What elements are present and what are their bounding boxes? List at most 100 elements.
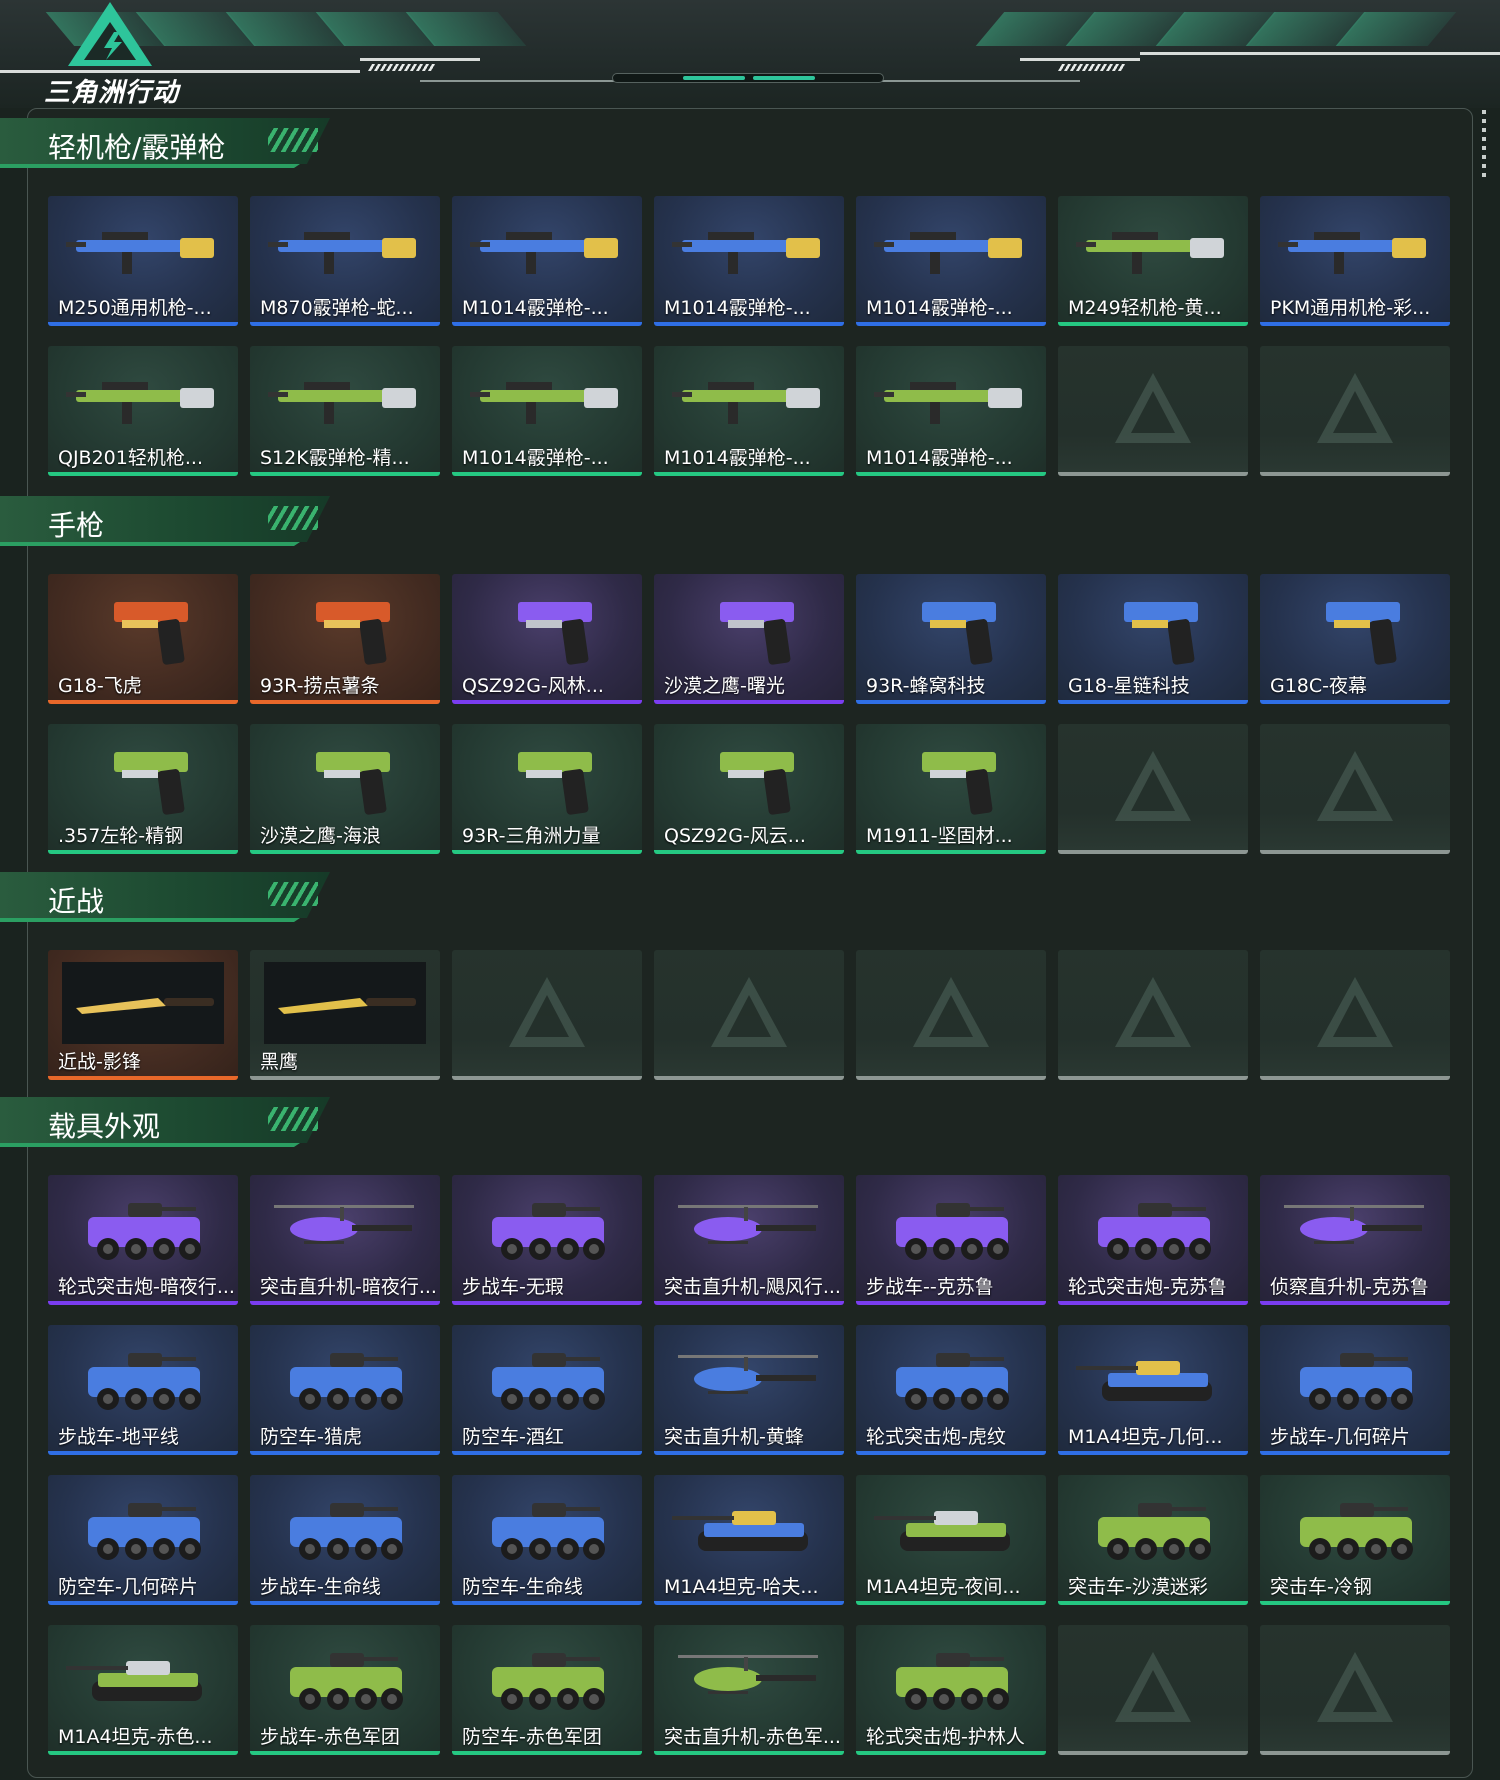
skin-card[interactable]: 步战车-无瑕 <box>452 1175 642 1305</box>
weapon-icon <box>470 382 618 424</box>
skin-card[interactable]: 防空车-几何碎片 <box>48 1475 238 1605</box>
skin-card[interactable]: G18-星链科技 <box>1058 574 1248 704</box>
vehicle-icon <box>1300 1503 1413 1560</box>
empty-slot <box>1260 950 1450 1080</box>
skin-card[interactable]: M1A4坦克-夜间... <box>856 1475 1046 1605</box>
skin-card[interactable]: M1A4坦克-几何... <box>1058 1325 1248 1455</box>
skin-card[interactable]: M1014霰弹枪-... <box>654 196 844 326</box>
placeholder-logo-icon <box>1317 1652 1393 1722</box>
skin-card[interactable]: 防空车-酒红 <box>452 1325 642 1455</box>
skin-name: 防空车-生命线 <box>462 1576 583 1598</box>
skin-card[interactable]: 轮式突击炮-护林人 <box>856 1625 1046 1755</box>
skin-card[interactable]: 防空车-猎虎 <box>250 1325 440 1455</box>
skin-card[interactable]: M1014霰弹枪-... <box>856 346 1046 476</box>
skin-card[interactable]: 防空车-赤色军团 <box>452 1625 642 1755</box>
skin-card[interactable]: 突击直升机-暗夜行... <box>250 1175 440 1305</box>
placeholder-logo-icon <box>1115 373 1191 443</box>
quality-bar <box>1058 1076 1248 1080</box>
skin-card[interactable]: S12K霰弹枪-精... <box>250 346 440 476</box>
skin-card[interactable]: 防空车-生命线 <box>452 1475 642 1605</box>
skin-card[interactable]: 沙漠之鹰-海浪 <box>250 724 440 854</box>
skin-name: 突击车-冷钢 <box>1270 1576 1372 1598</box>
skin-card[interactable]: 步战车-地平线 <box>48 1325 238 1455</box>
skin-card[interactable]: 近战-影锋 <box>48 950 238 1080</box>
skin-name: 侦察直升机-克苏鲁 <box>1270 1276 1429 1298</box>
vehicle-icon <box>896 1203 1009 1260</box>
weapon-icon <box>66 382 214 424</box>
quality-bar <box>654 1076 844 1080</box>
skin-card[interactable]: 轮式突击炮-暗夜行... <box>48 1175 238 1305</box>
quality-bar <box>1058 1301 1248 1305</box>
placeholder-logo-icon <box>1317 977 1393 1047</box>
skin-name: 步战车-几何碎片 <box>1270 1426 1410 1448</box>
skin-card[interactable]: M1014霰弹枪-... <box>856 196 1046 326</box>
section-header: 载具外观 <box>0 1097 330 1151</box>
app-logo-text: 三角洲行动 <box>44 78 180 108</box>
skin-card[interactable]: M1014霰弹枪-... <box>452 346 642 476</box>
skin-card[interactable]: M1911-坚固材... <box>856 724 1046 854</box>
vehicle-icon <box>1098 1203 1211 1260</box>
skin-card[interactable]: QSZ92G-风云... <box>654 724 844 854</box>
skin-card[interactable]: M1A4坦克-哈夫... <box>654 1475 844 1605</box>
pistol-icon <box>518 602 592 665</box>
skin-name: PKM通用机枪-彩... <box>1270 297 1431 319</box>
skin-card[interactable]: QSZ92G-风林... <box>452 574 642 704</box>
skin-card[interactable]: 93R-蜂窝科技 <box>856 574 1046 704</box>
skin-card[interactable]: 突击车-冷钢 <box>1260 1475 1450 1605</box>
skin-card[interactable]: 突击直升机-飓风行... <box>654 1175 844 1305</box>
quality-bar <box>250 700 440 704</box>
knife-icon <box>264 962 426 1044</box>
knife-icon <box>62 962 224 1044</box>
empty-slot <box>856 950 1046 1080</box>
skin-card[interactable]: 轮式突击炮-虎纹 <box>856 1325 1046 1455</box>
skin-card[interactable]: PKM通用机枪-彩... <box>1260 196 1450 326</box>
skin-name: 93R-三角洲力量 <box>462 825 601 847</box>
quality-bar <box>654 1301 844 1305</box>
quality-bar <box>1058 1451 1248 1455</box>
quality-bar <box>250 1451 440 1455</box>
empty-slot <box>1058 346 1248 476</box>
skin-card[interactable]: G18C-夜幕 <box>1260 574 1450 704</box>
skin-card[interactable]: 黑鹰 <box>250 950 440 1080</box>
section-slash-decor <box>268 1107 318 1131</box>
skin-card[interactable]: 轮式突击炮-克苏鲁 <box>1058 1175 1248 1305</box>
skin-card[interactable]: .357左轮-精钢 <box>48 724 238 854</box>
tank-icon <box>1076 1361 1212 1401</box>
skin-card[interactable]: M870霰弹枪-蛇... <box>250 196 440 326</box>
skin-card[interactable]: M250通用机枪-... <box>48 196 238 326</box>
skin-card[interactable]: 步战车-几何碎片 <box>1260 1325 1450 1455</box>
section-title: 载具外观 <box>48 1110 161 1143</box>
skin-card[interactable]: 侦察直升机-克苏鲁 <box>1260 1175 1450 1305</box>
skin-card[interactable]: 93R-三角洲力量 <box>452 724 642 854</box>
scrollbar[interactable] <box>1482 110 1486 180</box>
quality-bar <box>1260 1601 1450 1605</box>
section-slash-decor <box>268 506 318 530</box>
pistol-icon <box>922 602 996 665</box>
quality-bar <box>452 1751 642 1755</box>
skin-card[interactable]: 93R-捞点薯条 <box>250 574 440 704</box>
pistol-icon <box>114 602 188 665</box>
pistol-icon <box>1326 602 1400 665</box>
skin-card[interactable]: 突击直升机-赤色军... <box>654 1625 844 1755</box>
placeholder-logo-icon <box>913 977 989 1047</box>
placeholder-logo-icon <box>1115 977 1191 1047</box>
quality-bar <box>1058 1601 1248 1605</box>
skin-card[interactable]: 步战车-赤色军团 <box>250 1625 440 1755</box>
quality-bar <box>452 850 642 854</box>
skin-card[interactable]: 突击直升机-黄蜂 <box>654 1325 844 1455</box>
skin-card[interactable]: 沙漠之鹰-曙光 <box>654 574 844 704</box>
weapon-icon <box>66 232 214 274</box>
skin-card[interactable]: 突击车-沙漠迷彩 <box>1058 1475 1248 1605</box>
skin-card[interactable]: 步战车-生命线 <box>250 1475 440 1605</box>
skin-card[interactable]: QJB201轻机枪... <box>48 346 238 476</box>
skin-card[interactable]: M1014霰弹枪-... <box>452 196 642 326</box>
skin-card[interactable]: M249轻机枪-黄... <box>1058 196 1248 326</box>
skin-card[interactable]: G18-飞虎 <box>48 574 238 704</box>
quality-bar <box>654 1751 844 1755</box>
skin-card[interactable]: M1A4坦克-赤色... <box>48 1625 238 1755</box>
skin-name: M1014霰弹枪-... <box>462 297 609 319</box>
skin-card[interactable]: M1014霰弹枪-... <box>654 346 844 476</box>
pistol-icon <box>316 752 390 815</box>
skin-name: 突击直升机-飓风行... <box>664 1276 840 1298</box>
skin-card[interactable]: 步战车--克苏鲁 <box>856 1175 1046 1305</box>
